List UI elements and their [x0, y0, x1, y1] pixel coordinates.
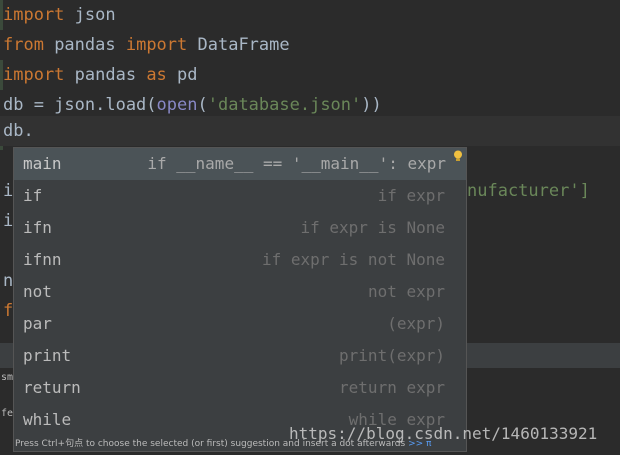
completion-item-description: print(expr)	[339, 346, 445, 365]
completion-item-not[interactable]: not not expr	[14, 276, 466, 308]
completion-item-ifnn[interactable]: ifnn if expr is not None	[14, 244, 466, 276]
code-text: db.	[3, 121, 34, 141]
code-text: DataFrame	[187, 35, 290, 55]
completion-item-name: ifnn	[23, 250, 62, 269]
keyword: import	[3, 5, 65, 25]
keyword: as	[146, 65, 167, 85]
console-fragment: fe	[1, 408, 14, 419]
code-fragment: n	[3, 271, 14, 291]
completion-item-ifn[interactable]: ifn if expr is None	[14, 212, 466, 244]
completion-item-description: if expr is None	[300, 218, 446, 237]
completion-popup[interactable]: main if __name__ == '__main__': expr if …	[13, 147, 467, 452]
code-fragment: i	[3, 211, 14, 231]
completion-item-name: print	[23, 346, 72, 365]
code-line-3[interactable]: import pandas as pd	[0, 60, 620, 90]
completion-item-name: not	[23, 282, 52, 301]
lightbulb-icon[interactable]	[453, 150, 463, 162]
keyword: import	[125, 35, 188, 55]
completion-item-description: if __name__ == '__main__': expr	[147, 154, 446, 173]
completion-item-print[interactable]: print print(expr)	[14, 340, 466, 372]
code-text: pd	[166, 65, 198, 85]
completion-item-description: return expr	[339, 378, 445, 397]
code-text: db = json.load(	[3, 95, 157, 115]
completion-item-return[interactable]: return return expr	[14, 372, 466, 404]
completion-item-name: return	[23, 378, 81, 397]
code-line-1[interactable]: import json	[0, 0, 620, 30]
string-fragment: nufacturer']	[467, 181, 590, 201]
completion-item-description: if expr is not None	[261, 250, 445, 269]
completion-item-name: main	[23, 154, 62, 173]
completion-item-name: if	[23, 186, 43, 205]
completion-item-description: not expr	[367, 282, 445, 301]
code-fragment: i	[3, 181, 14, 201]
completion-item-par[interactable]: par (expr)	[14, 308, 466, 340]
code-line-5-current[interactable]: db.	[0, 116, 620, 146]
watermark-text: https://blog.csdn.net/1460133921	[289, 424, 598, 443]
completion-item-description: if expr	[377, 186, 445, 205]
completion-item-name: par	[23, 314, 52, 333]
code-text: json	[64, 5, 116, 25]
code-text: pandas	[64, 65, 147, 85]
code-text: ))	[361, 95, 382, 115]
completion-item-if[interactable]: if if expr	[14, 180, 466, 212]
code-fragment: nufacturer']	[467, 176, 590, 206]
code-text: (	[197, 95, 208, 115]
code-fragment: f	[3, 301, 14, 321]
console-fragment: sm	[1, 372, 14, 383]
completion-item-description: (expr)	[387, 314, 445, 333]
code-line-2[interactable]: from pandas import DataFrame	[0, 30, 620, 60]
code-text: pandas	[43, 35, 126, 55]
keyword: from	[3, 35, 44, 55]
builtin-function: open	[156, 95, 198, 115]
completion-item-name: ifn	[23, 218, 52, 237]
string-literal: 'database.json'	[207, 95, 362, 115]
keyword: import	[3, 65, 65, 85]
completion-item-name: while	[23, 410, 72, 429]
completion-item-main[interactable]: main if __name__ == '__main__': expr	[14, 148, 466, 180]
